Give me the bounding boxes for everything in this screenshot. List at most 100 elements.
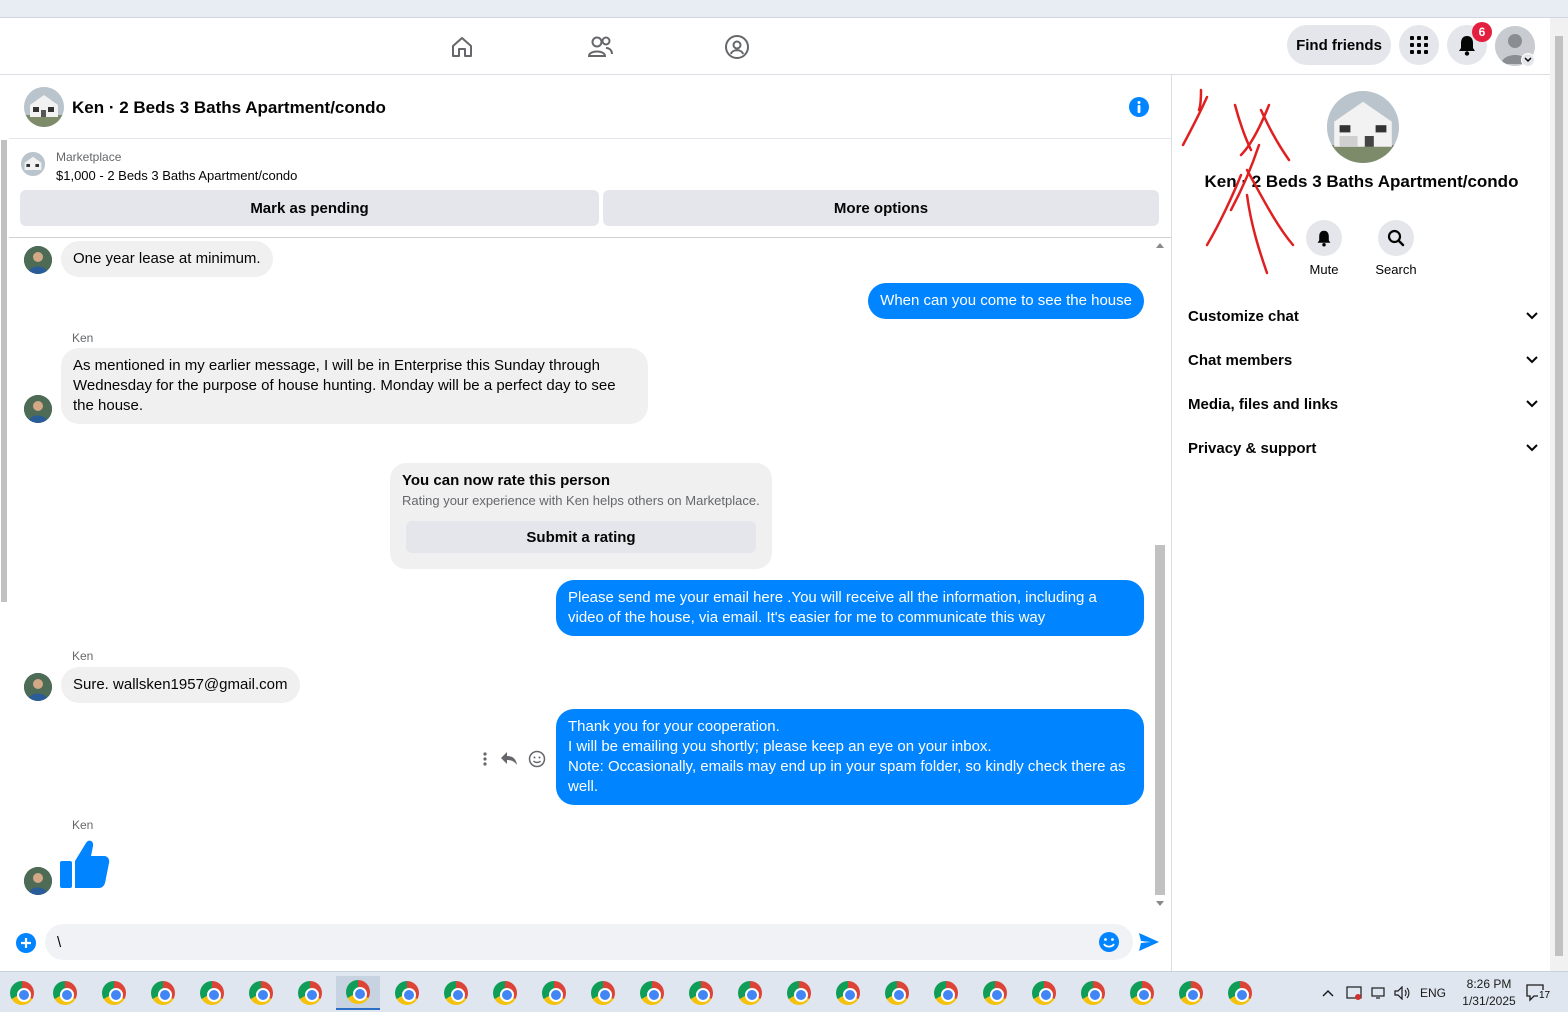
marketplace-label: Marketplace xyxy=(56,150,122,164)
add-attachment-icon[interactable] xyxy=(15,932,37,958)
listing-photo-large[interactable] xyxy=(1327,91,1399,163)
message-line: Note: Occasionally, emails may end up in… xyxy=(568,758,1126,795)
taskbar-chrome-icon[interactable] xyxy=(190,976,234,1010)
taskbar-chrome-icon[interactable] xyxy=(1169,976,1213,1010)
browser-toolbar-edge xyxy=(0,0,1568,18)
more-actions-icon[interactable] xyxy=(474,747,496,771)
taskbar-chrome-icon[interactable] xyxy=(1071,976,1115,1010)
outgoing-message[interactable]: Please send me your email here .You will… xyxy=(556,580,1144,636)
groups-icon[interactable] xyxy=(720,30,754,64)
taskbar-chrome-icon[interactable] xyxy=(43,976,87,1010)
language-indicator[interactable]: ENG xyxy=(1420,972,1446,1012)
taskbar-chrome-icon[interactable] xyxy=(679,976,723,1010)
info-icon[interactable] xyxy=(1128,96,1150,118)
conversation-details-panel: Ken · 2 Beds 3 Baths Apartment/condo Mut… xyxy=(1171,75,1550,971)
taskbar-chrome-icon[interactable] xyxy=(630,976,674,1010)
media-files-links-section[interactable]: Media, files and links xyxy=(1188,382,1538,426)
customize-chat-section[interactable]: Customize chat xyxy=(1188,294,1538,338)
message-composer: \ xyxy=(9,912,1171,970)
page-scrollbar[interactable] xyxy=(1550,18,1568,971)
taskbar-chrome-icon[interactable] xyxy=(92,976,136,1010)
rate-card-subtitle: Rating your experience with Ken helps ot… xyxy=(402,493,760,508)
chevron-down-icon xyxy=(1526,312,1538,320)
taskbar-chrome-icon[interactable] xyxy=(239,976,283,1010)
chat-scrollbar[interactable] xyxy=(1154,239,1166,911)
show-hidden-icons-icon[interactable] xyxy=(1322,972,1334,1012)
message-thread[interactable]: One year lease at minimum. When can you … xyxy=(9,239,1154,911)
send-icon[interactable] xyxy=(1138,932,1160,956)
taskbar-chrome-icon[interactable] xyxy=(141,976,185,1010)
mark-as-pending-button[interactable]: Mark as pending xyxy=(20,190,599,226)
section-label: Customize chat xyxy=(1188,307,1299,325)
section-label: Privacy & support xyxy=(1188,439,1317,457)
taskbar-chrome-icon[interactable] xyxy=(532,976,576,1010)
listing-price-title[interactable]: $1,000 - 2 Beds 3 Baths Apartment/condo xyxy=(56,168,297,183)
chevron-down-icon xyxy=(1526,444,1538,452)
react-smiley-icon[interactable] xyxy=(526,747,548,771)
menu-grid-icon[interactable] xyxy=(1399,25,1439,65)
rate-card-title: You can now rate this person xyxy=(402,472,611,489)
conversation-header: Ken · 2 Beds 3 Baths Apartment/condo xyxy=(9,75,1171,139)
listing-thumbnail[interactable] xyxy=(21,152,45,176)
home-icon[interactable] xyxy=(445,30,479,64)
search-icon[interactable] xyxy=(1378,220,1414,256)
taskbar-chrome-icon[interactable] xyxy=(0,976,44,1010)
taskbar-chrome-icon[interactable] xyxy=(924,976,968,1010)
network-icon[interactable] xyxy=(1370,972,1386,1012)
sender-name: Ken xyxy=(72,331,94,345)
account-chevron-icon[interactable] xyxy=(1521,53,1535,67)
taskbar-chrome-icon[interactable] xyxy=(483,976,527,1010)
contact-avatar[interactable] xyxy=(24,246,52,274)
mute-action[interactable]: Mute xyxy=(1294,220,1354,277)
taskbar-chrome-icon[interactable] xyxy=(875,976,919,1010)
taskbar-chrome-icon[interactable] xyxy=(288,976,332,1010)
friends-icon[interactable] xyxy=(583,30,617,64)
rate-person-card: You can now rate this person Rating your… xyxy=(390,463,772,569)
search-label: Search xyxy=(1375,262,1417,277)
incoming-message[interactable]: As mentioned in my earlier message, I wi… xyxy=(61,348,648,424)
taskbar-chrome-icon[interactable] xyxy=(973,976,1017,1010)
section-label: Media, files and links xyxy=(1188,395,1339,413)
taskbar-chrome-icon[interactable] xyxy=(434,976,478,1010)
taskbar-chrome-icon[interactable] xyxy=(1022,976,1066,1010)
section-label: Chat members xyxy=(1188,351,1293,369)
message-input[interactable]: \ xyxy=(45,924,1133,960)
more-options-button[interactable]: More options xyxy=(603,190,1159,226)
taskbar-chrome-icon[interactable] xyxy=(1120,976,1164,1010)
incoming-message[interactable]: Sure. wallsken1957@gmail.com xyxy=(61,667,300,703)
marketplace-listing-bar: Marketplace $1,000 - 2 Beds 3 Baths Apar… xyxy=(9,140,1171,238)
volume-icon[interactable] xyxy=(1394,972,1410,1012)
contact-avatar[interactable] xyxy=(24,673,52,701)
listing-photo[interactable] xyxy=(24,87,64,127)
contact-avatar[interactable] xyxy=(24,395,52,423)
taskbar-chrome-icon[interactable] xyxy=(728,976,772,1010)
contact-avatar[interactable] xyxy=(24,867,52,895)
taskbar-chrome-icon[interactable] xyxy=(581,976,625,1010)
find-friends-button[interactable]: Find friends xyxy=(1287,25,1391,65)
outgoing-message[interactable]: When can you come to see the house xyxy=(868,283,1144,319)
taskbar-chrome-icon[interactable] xyxy=(1218,976,1262,1010)
taskbar-chrome-icon[interactable] xyxy=(385,976,429,1010)
outgoing-message[interactable]: Thank you for your cooperation. I will b… xyxy=(556,709,1144,805)
taskbar-chrome-icon[interactable] xyxy=(826,976,870,1010)
privacy-support-section[interactable]: Privacy & support xyxy=(1188,426,1538,470)
sender-name: Ken xyxy=(72,649,94,663)
left-scrollbar[interactable] xyxy=(0,120,8,610)
message-line: I will be emailing you shortly; please k… xyxy=(568,738,992,755)
chat-members-section[interactable]: Chat members xyxy=(1188,338,1538,382)
search-action[interactable]: Search xyxy=(1366,220,1426,277)
taskbar-chrome-icon[interactable] xyxy=(777,976,821,1010)
emoji-icon[interactable] xyxy=(1098,931,1120,957)
mute-label: Mute xyxy=(1309,262,1339,277)
conversation-title[interactable]: Ken · 2 Beds 3 Baths Apartment/condo xyxy=(72,98,386,118)
taskbar-chrome-icon-active[interactable] xyxy=(336,976,380,1010)
incoming-message[interactable]: One year lease at minimum. xyxy=(61,241,273,277)
mute-bell-icon[interactable] xyxy=(1306,220,1342,256)
system-clock[interactable]: 8:26 PM 1/31/2025 xyxy=(1458,976,1520,1010)
reply-icon[interactable] xyxy=(498,747,520,771)
security-tray-icon[interactable] xyxy=(1346,972,1362,1012)
submit-rating-button[interactable]: Submit a rating xyxy=(406,521,756,553)
windows-taskbar: ENG 8:26 PM 1/31/2025 17 xyxy=(0,971,1568,1012)
notification-center-count: 17 xyxy=(1538,990,1552,1001)
thumbs-up-icon[interactable] xyxy=(59,837,111,893)
